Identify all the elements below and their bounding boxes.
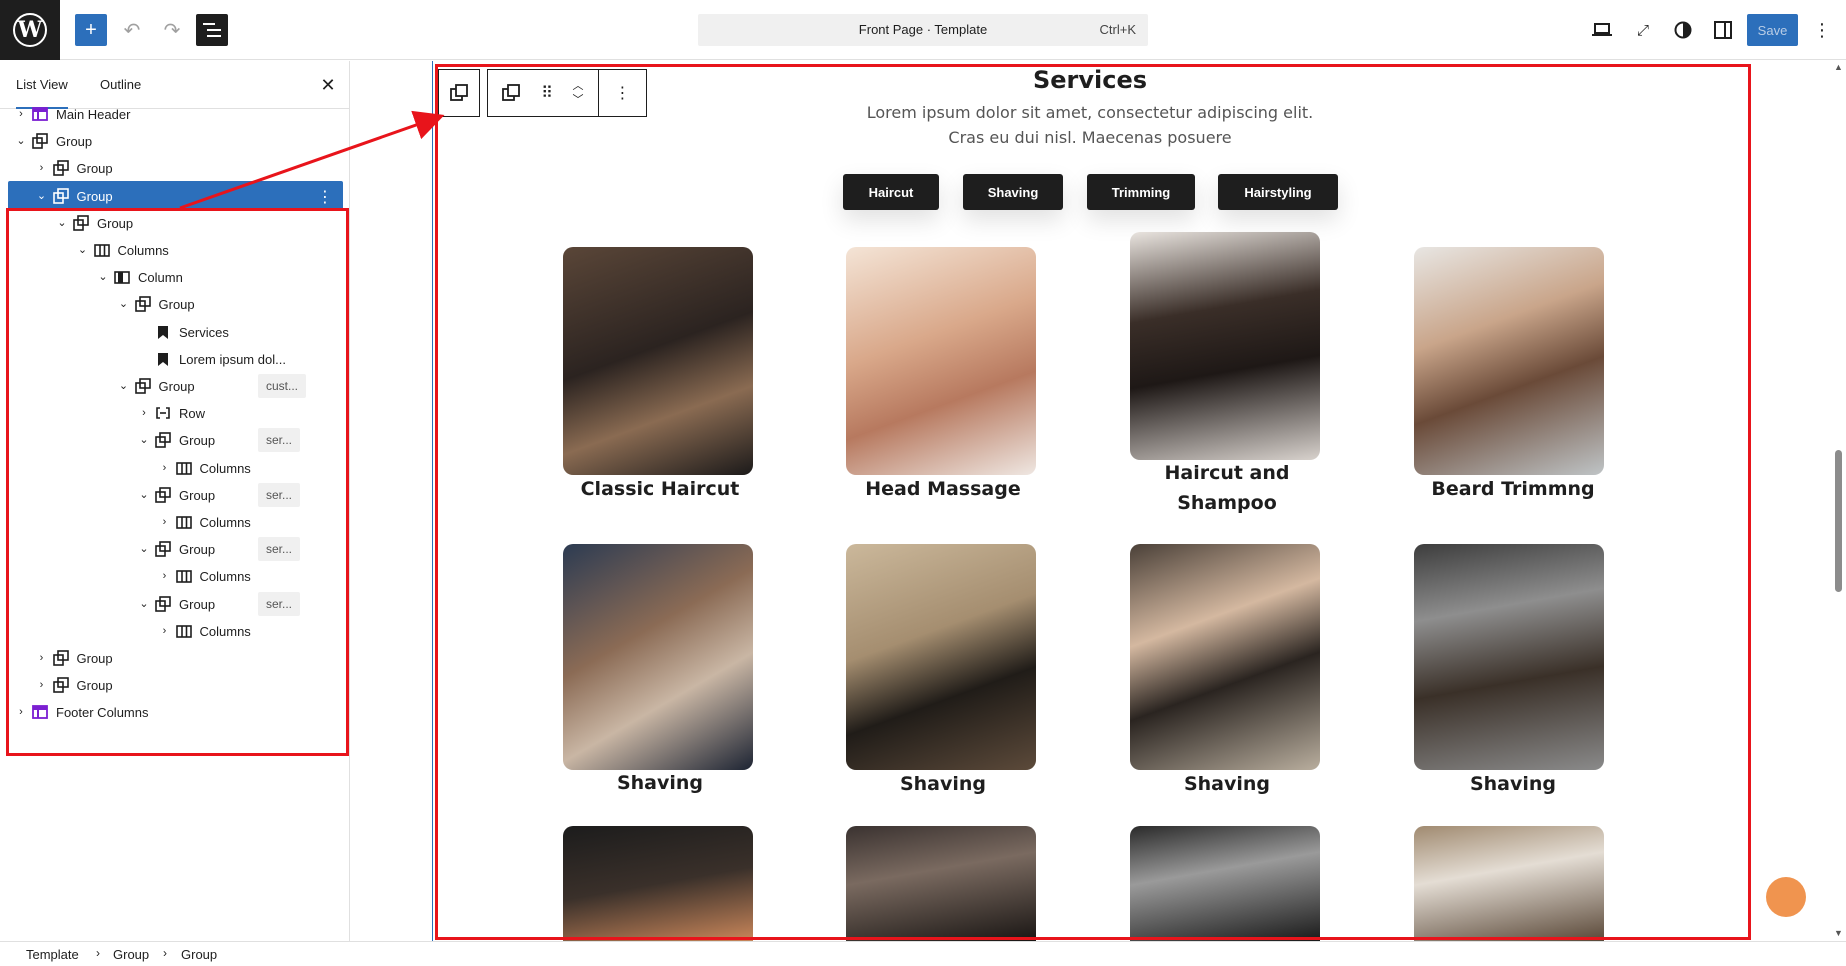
- breadcrumb-template[interactable]: Template: [26, 947, 79, 962]
- breadcrumb-group-current[interactable]: Group: [181, 947, 217, 962]
- breadcrumb-chevron-icon: ›: [163, 946, 167, 960]
- breadcrumb-group[interactable]: Group: [113, 947, 149, 962]
- breadcrumb-chevron-icon: ›: [96, 946, 100, 960]
- scrollbar-thumb[interactable]: [1835, 450, 1842, 592]
- annotation-arrow: [179, 110, 445, 210]
- scroll-down-arrow-icon[interactable]: ▼: [1834, 928, 1843, 938]
- floating-action-button[interactable]: [1766, 877, 1806, 917]
- block-breadcrumb: Template › Group › Group: [0, 941, 1846, 966]
- scroll-up-arrow-icon[interactable]: ▲: [1834, 62, 1843, 72]
